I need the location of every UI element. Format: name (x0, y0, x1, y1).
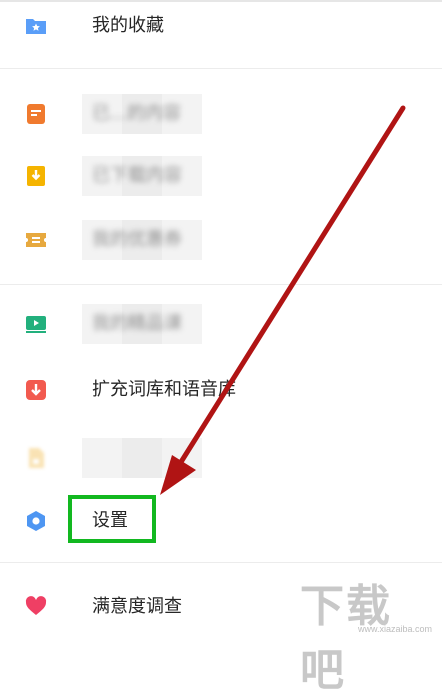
menu-item-settings[interactable]: 设置 (0, 488, 442, 552)
highlight-box (68, 495, 156, 543)
receipt-icon (27, 104, 45, 124)
heart-icon (25, 596, 47, 615)
menu-item-blurred-4[interactable] (0, 426, 442, 490)
divider (0, 284, 442, 285)
menu-item-blurred-1[interactable]: 已...的内容 (0, 82, 442, 146)
menu-item-blurred-3[interactable]: 我的精品课 (0, 294, 442, 358)
blur-mask (82, 438, 202, 478)
divider (0, 562, 442, 563)
menu-item-label: 已下载内容 (92, 165, 182, 186)
divider (0, 68, 442, 69)
video-play-icon (26, 316, 46, 333)
document-icon (29, 448, 44, 468)
ticket-icon (26, 233, 46, 247)
folder-star-icon (26, 19, 46, 34)
menu-item-favorites[interactable]: 我的收藏 (0, 0, 442, 64)
download-bookmark-icon (27, 166, 45, 186)
menu-item-label: 扩充词库和语音库 (92, 379, 236, 400)
menu-item-blurred-2[interactable]: 已下载内容 (0, 150, 442, 214)
menu-item-label: 满意度调查 (92, 596, 182, 617)
menu-item-coupons[interactable]: 我的优惠券 (0, 212, 442, 276)
menu-item-label: 我的优惠券 (92, 229, 182, 250)
hexagon-settings-icon (27, 511, 45, 531)
menu-item-label: 我的收藏 (92, 15, 164, 36)
watermark: 下载吧 www.xiazaiba.com (300, 570, 442, 695)
watermark-url: www.xiazaiba.com (357, 624, 432, 634)
menu-item-label: 我的精品课 (92, 313, 182, 334)
download-box-icon (26, 380, 46, 400)
watermark-logo-text: 下载吧 (300, 582, 392, 695)
menu-item-dictionary[interactable]: 扩充词库和语音库 (0, 360, 442, 424)
menu-item-label: 已...的内容 (92, 103, 182, 124)
